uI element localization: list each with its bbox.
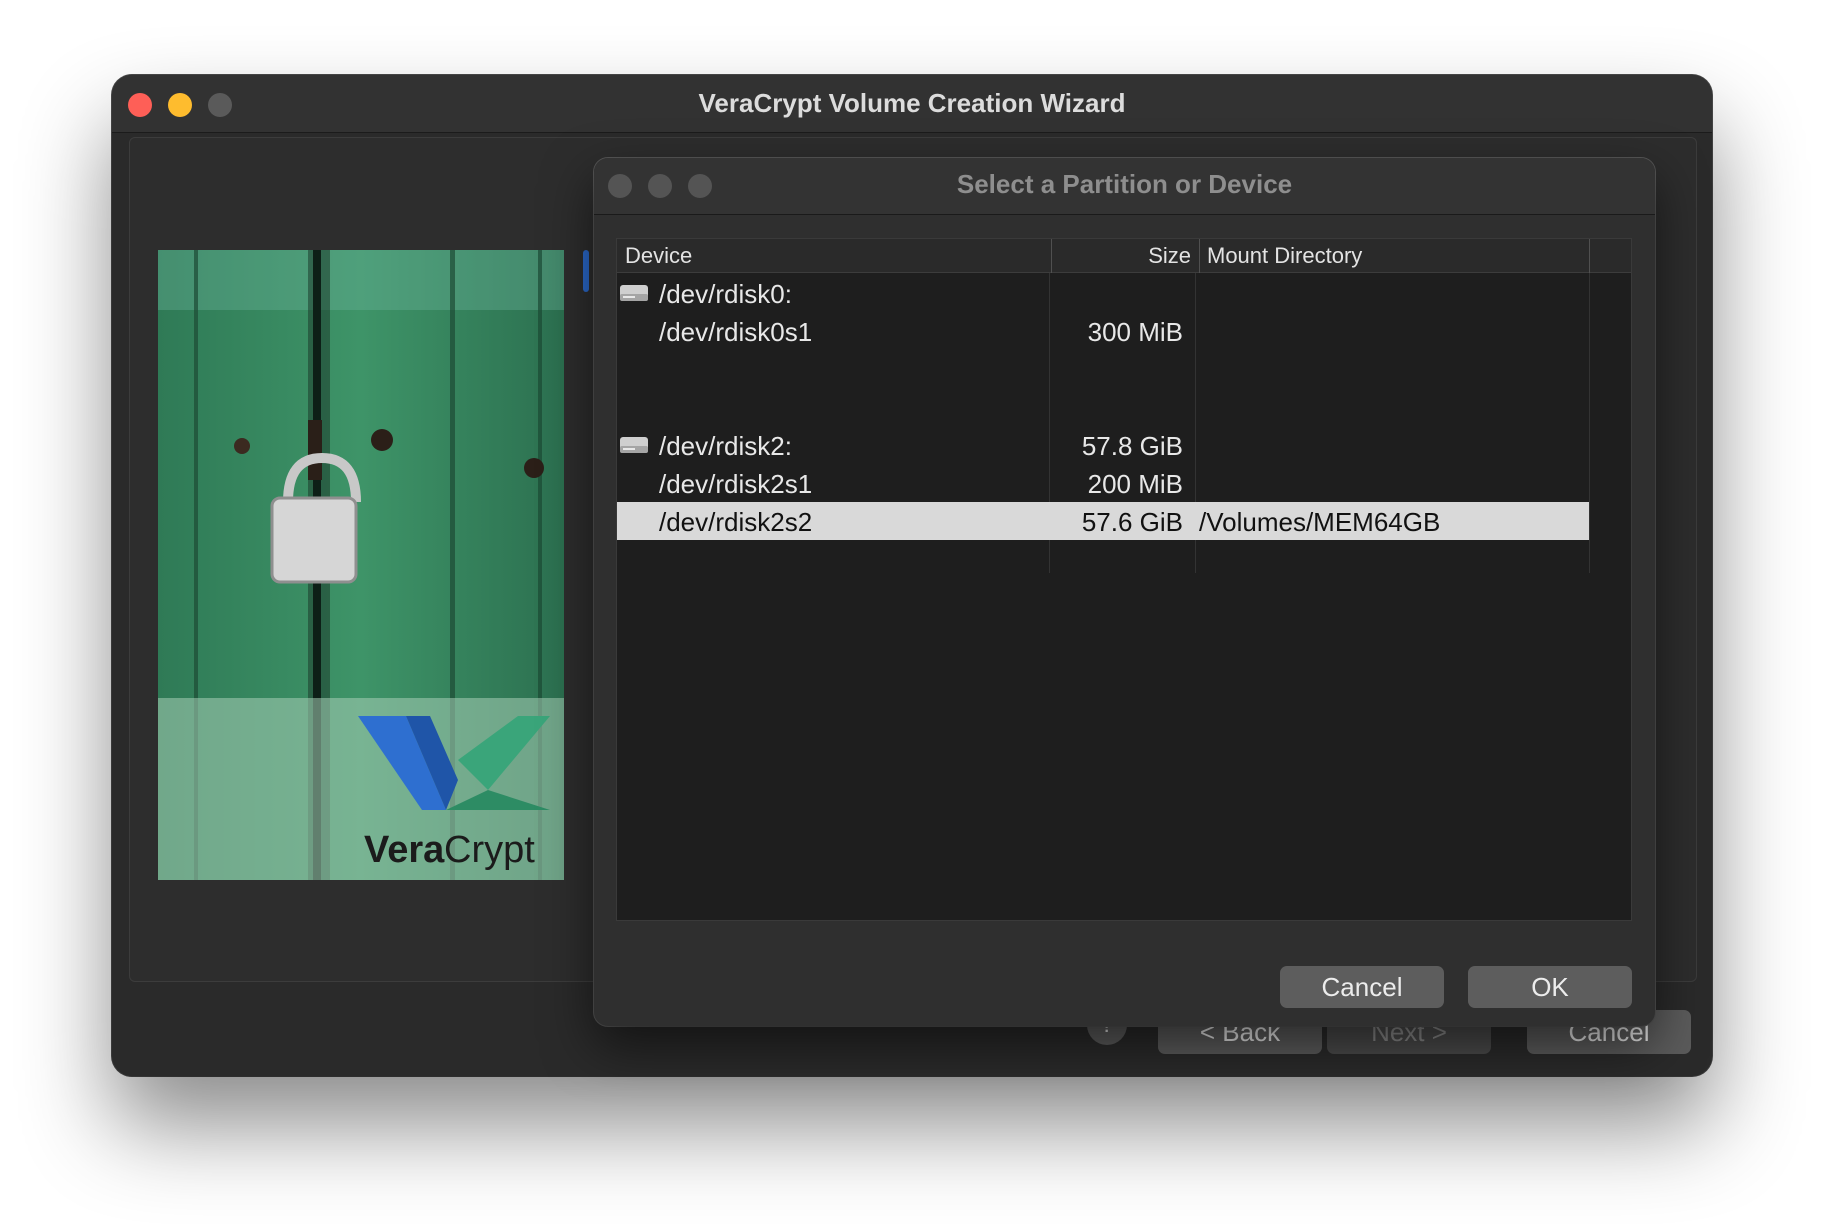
window-titlebar: VeraCrypt Volume Creation Wizard <box>112 75 1712 133</box>
device-cell: /dev/rdisk2s2 <box>659 507 812 538</box>
size-cell: 300 MiB <box>1088 317 1183 348</box>
device-list-header: Device Size Mount Directory <box>617 239 1631 273</box>
column-divider[interactable] <box>1051 239 1052 273</box>
veracrypt-banner-image: Vera Crypt <box>158 250 564 880</box>
dialog-titlebar: Select a Partition or Device <box>594 158 1655 215</box>
table-row-selected[interactable]: /dev/rdisk2s2 57.6 GiB /Volumes/MEM64GB <box>617 502 1589 540</box>
column-divider[interactable] <box>1589 239 1590 273</box>
size-cell: 200 MiB <box>1088 469 1183 500</box>
column-divider[interactable] <box>1199 239 1200 273</box>
size-cell: 57.8 GiB <box>1082 431 1183 462</box>
table-row[interactable]: /dev/rdisk2s1 200 MiB <box>617 464 1589 502</box>
device-cell: /dev/rdisk0: <box>659 279 792 310</box>
column-header-size[interactable]: Size <box>1148 243 1191 269</box>
window-title: VeraCrypt Volume Creation Wizard <box>112 88 1712 119</box>
size-cell: 57.6 GiB <box>1082 507 1183 538</box>
dialog-title: Select a Partition or Device <box>594 169 1655 200</box>
column-header-mount-directory[interactable]: Mount Directory <box>1207 243 1362 269</box>
device-cell: /dev/rdisk2s1 <box>659 469 812 500</box>
device-list[interactable]: Device Size Mount Directory /dev/rdisk0:… <box>616 238 1632 921</box>
table-row[interactable]: /dev/rdisk0: <box>617 274 1589 312</box>
select-partition-dialog: Select a Partition or Device Device Size… <box>594 158 1655 1026</box>
device-cell: /dev/rdisk0s1 <box>659 317 812 348</box>
device-cell: /dev/rdisk2: <box>659 431 792 462</box>
column-header-device[interactable]: Device <box>625 243 692 269</box>
focus-ring-fragment <box>583 250 589 292</box>
dialog-cancel-button[interactable]: Cancel <box>1280 966 1444 1008</box>
drive-icon <box>619 283 649 303</box>
table-row[interactable]: /dev/rdisk2: 57.8 GiB <box>617 426 1589 464</box>
dialog-ok-button[interactable]: OK <box>1468 966 1632 1008</box>
column-line <box>1589 273 1590 573</box>
mount-cell: /Volumes/MEM64GB <box>1199 507 1440 538</box>
veracrypt-logo-text-b: Crypt <box>444 829 535 871</box>
veracrypt-logo-text-a: Vera <box>364 829 445 871</box>
table-row[interactable]: /dev/rdisk0s1 300 MiB <box>617 312 1589 350</box>
drive-icon <box>619 435 649 455</box>
